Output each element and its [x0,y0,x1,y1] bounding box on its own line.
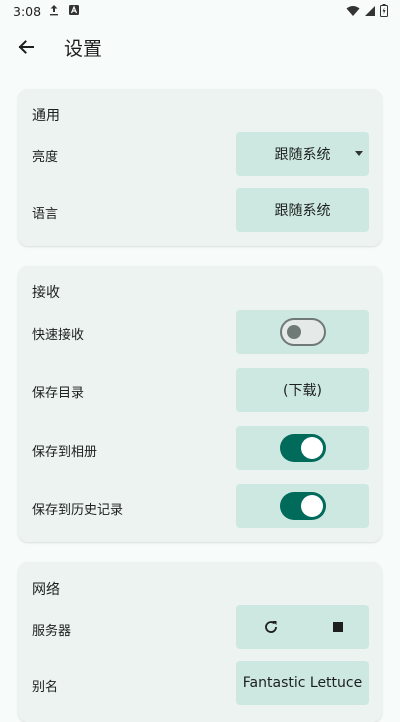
signal-icon [364,5,376,20]
app-bar: 设置 [0,24,400,70]
status-time: 3:08 [13,4,42,19]
save-to-album-switch[interactable] [279,434,326,462]
server-controls [236,605,369,649]
save-directory-value: (下载) [283,383,322,399]
wifi-icon [346,5,360,20]
upload-icon [48,4,60,19]
general-section: 通用 亮度 跟随系统 语言 跟随系统 [18,89,382,246]
alias-value: Fantastic Lettuce [242,675,363,691]
page-title: 设置 [64,38,103,60]
switch-knob [300,495,323,517]
section-title-general: 通用 [32,108,60,124]
alias-input[interactable]: Fantastic Lettuce [236,661,369,705]
brightness-value: 跟随系统 [274,147,331,163]
status-bar: 3:08 [0,0,400,24]
dropdown-arrow-icon [355,151,363,156]
save-to-history-label: 保存到历史记录 [32,503,124,518]
save-to-history-toggle-container [236,484,369,528]
refresh-icon [265,621,278,633]
quick-receive-label: 快速接收 [32,328,85,343]
section-title-network: 网络 [32,582,60,598]
language-value: 跟随系统 [274,203,331,219]
save-to-album-label: 保存到相册 [32,445,98,460]
save-directory-button[interactable]: (下载) [236,368,369,412]
app-notification-icon [68,4,80,19]
brightness-label: 亮度 [32,150,59,165]
section-title-receive: 接收 [32,285,60,301]
stop-icon [332,622,343,632]
language-label: 语言 [32,207,59,222]
restart-server-button[interactable] [262,618,280,636]
alias-label: 别名 [32,680,59,695]
quick-receive-toggle-container [236,310,369,354]
switch-knob [300,437,323,459]
save-to-history-switch[interactable] [279,492,326,520]
brightness-dropdown[interactable]: 跟随系统 [236,132,369,176]
system-icons [346,4,388,20]
quick-receive-switch[interactable] [279,318,326,346]
notification-icons [48,4,80,19]
network-section: 网络 服务器 别名 Fantastic Lettuce [18,562,382,722]
battery-icon [380,4,388,20]
arrow-left-icon [18,40,34,54]
language-button[interactable]: 跟随系统 [236,188,369,232]
save-to-album-toggle-container [236,426,369,470]
server-label: 服务器 [32,624,72,639]
receive-section: 接收 快速接收 保存目录 (下载) 保存到相册 保存到历史记录 [18,266,382,542]
back-button[interactable] [12,33,40,61]
save-directory-label: 保存目录 [32,386,85,401]
switch-knob [286,325,301,339]
stop-server-button[interactable] [332,622,343,632]
